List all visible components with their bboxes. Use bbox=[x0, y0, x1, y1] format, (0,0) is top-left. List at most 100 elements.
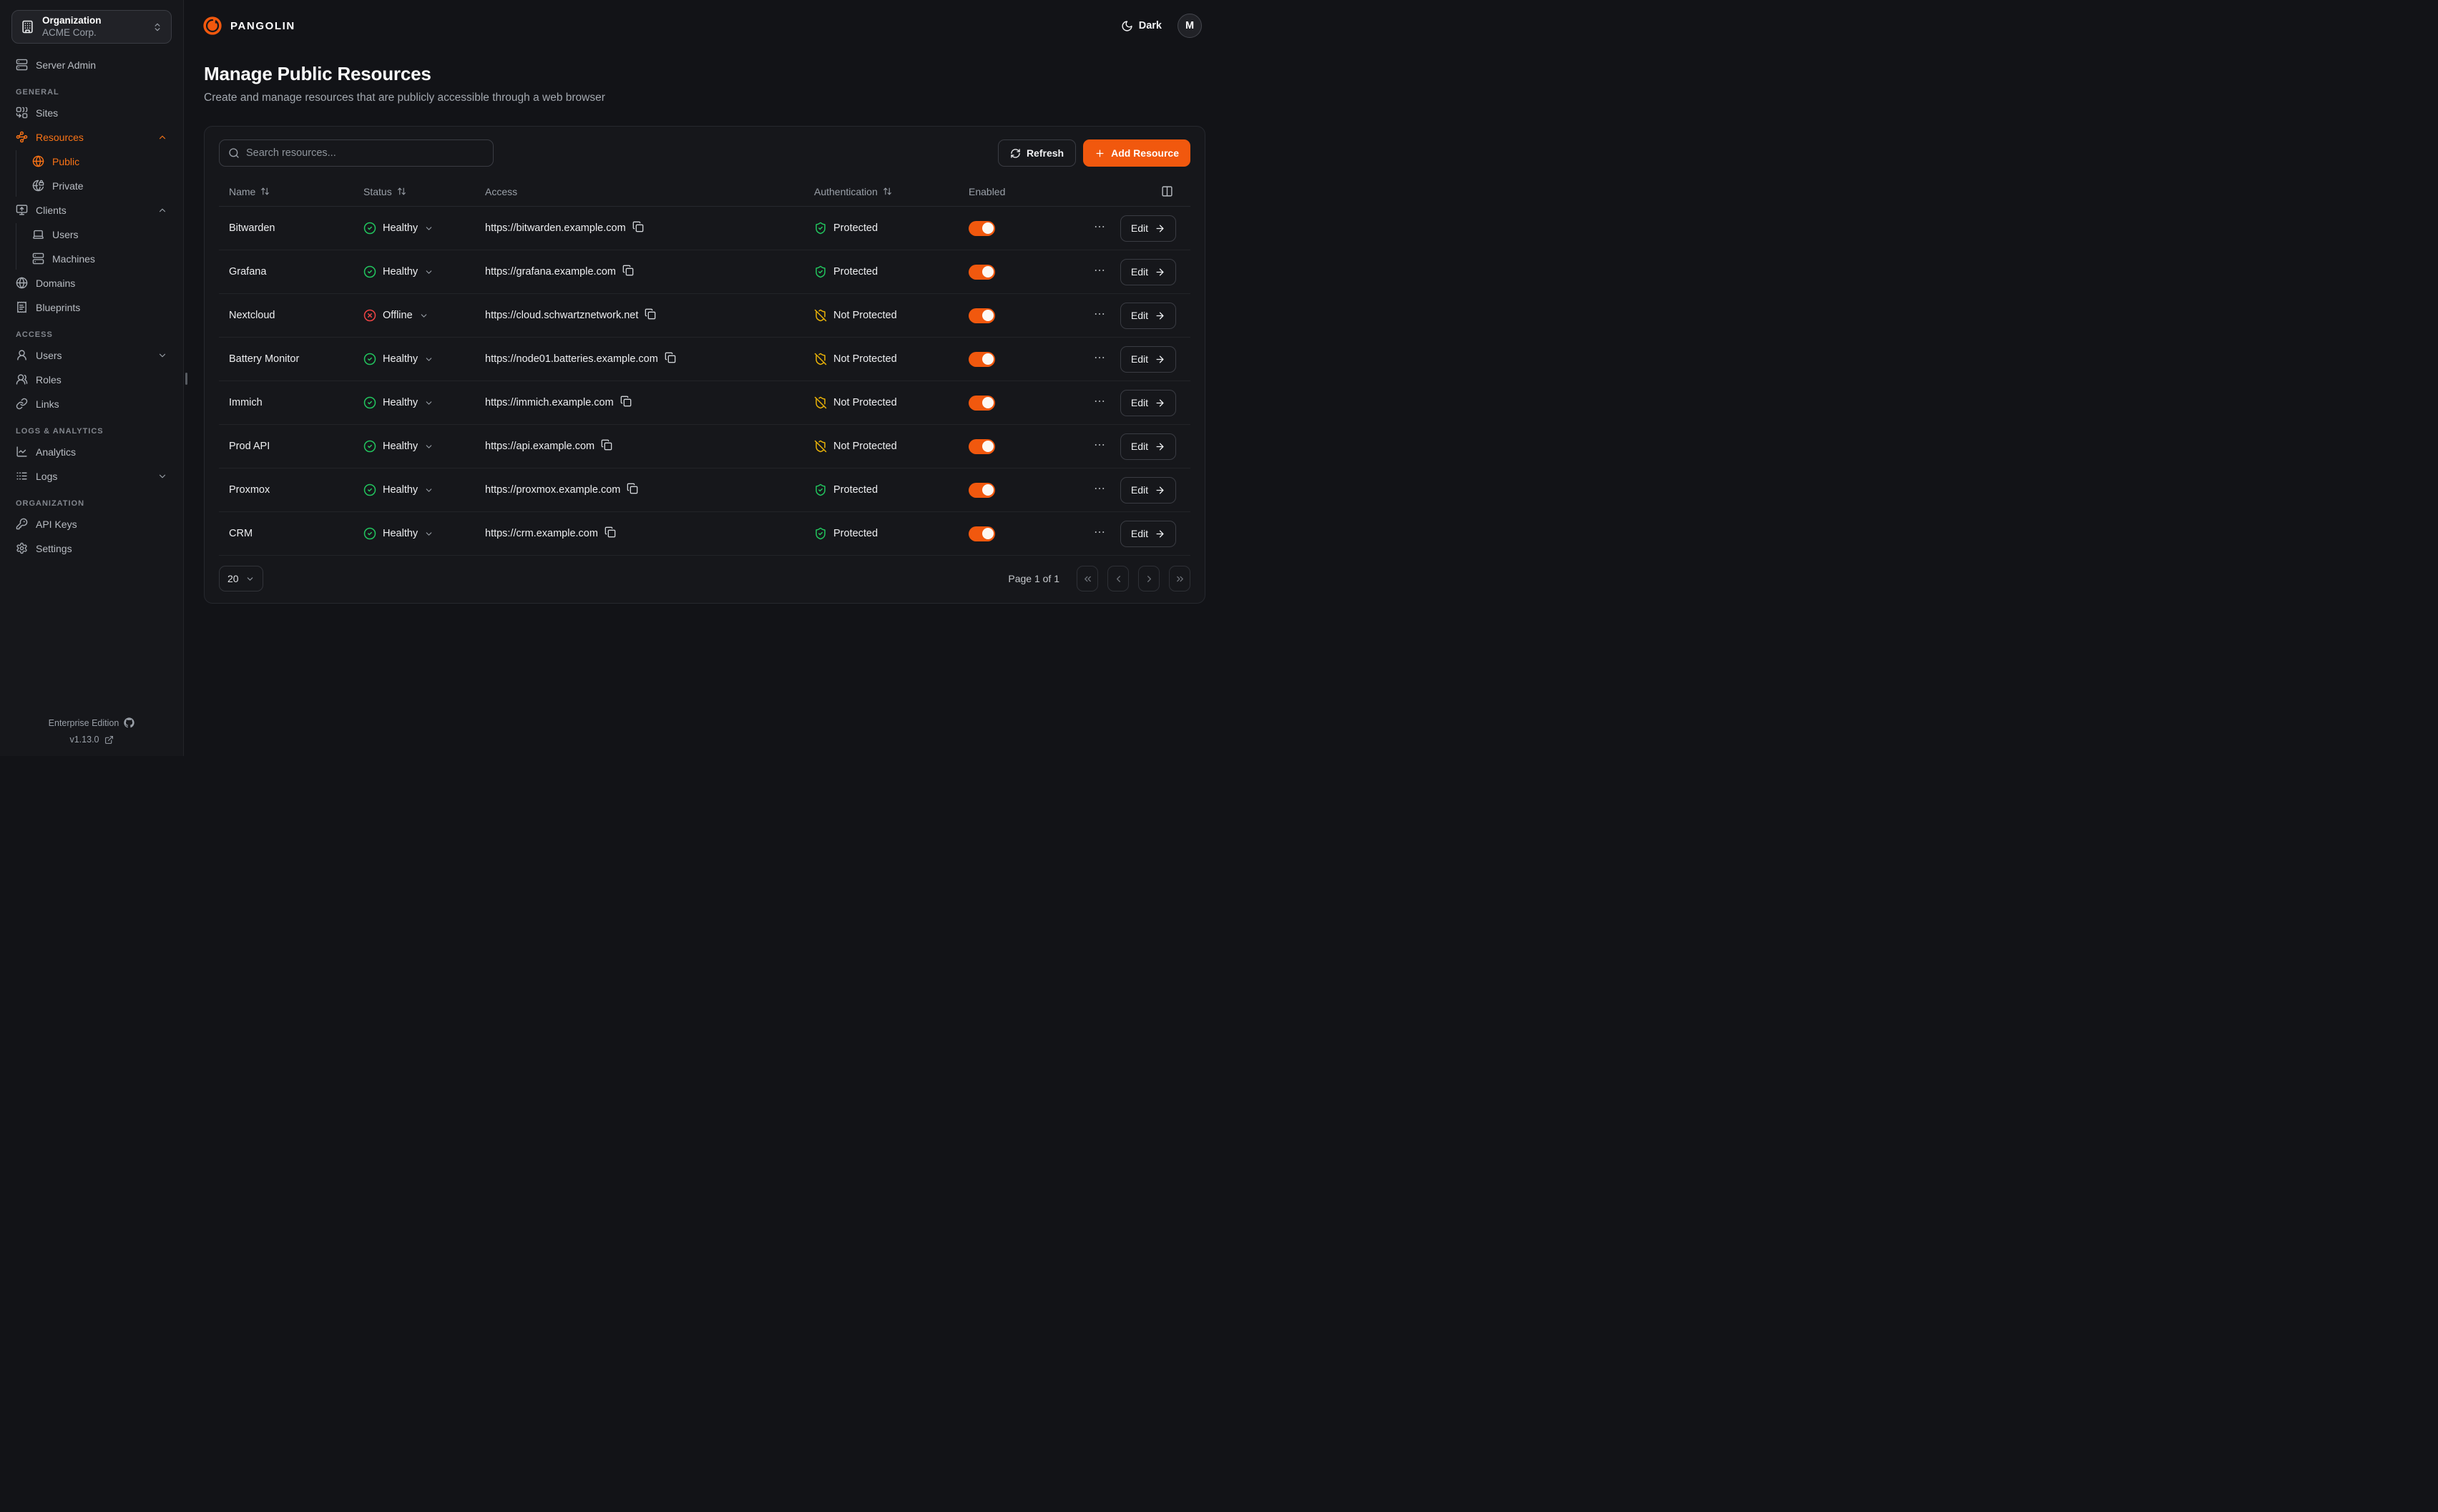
circle-check-icon bbox=[363, 353, 376, 365]
sidebar-scrollbar-thumb[interactable] bbox=[185, 373, 187, 385]
sidebar-item-private[interactable]: Private bbox=[26, 175, 173, 197]
status-badge[interactable]: Offline bbox=[353, 309, 475, 322]
copy-url-button[interactable] bbox=[627, 483, 638, 497]
access-cell: https://crm.example.com bbox=[475, 526, 804, 541]
table-row: Bitwarden Healthy https://bitwarden.exam… bbox=[219, 207, 1190, 250]
search-input[interactable] bbox=[246, 147, 484, 159]
sidebar-item-api-keys[interactable]: API Keys bbox=[10, 513, 173, 535]
edit-button[interactable]: Edit bbox=[1120, 346, 1176, 373]
sidebar-item-machines[interactable]: Machines bbox=[26, 247, 173, 270]
status-badge[interactable]: Healthy bbox=[353, 265, 475, 278]
row-actions: Edit bbox=[1043, 215, 1190, 242]
row-menu-button[interactable] bbox=[1093, 264, 1106, 280]
sidebar-item-clients[interactable]: Clients bbox=[10, 199, 173, 221]
sidebar-section-label: ORGANIZATION bbox=[16, 499, 167, 508]
copy-url-button[interactable] bbox=[620, 396, 632, 410]
org-switcher[interactable]: Organization ACME Corp. bbox=[11, 10, 172, 44]
arrow-right-icon bbox=[1155, 223, 1165, 234]
column-header-access: Access bbox=[475, 186, 804, 197]
column-header-name[interactable]: Name bbox=[219, 186, 353, 197]
sidebar-item-server-admin[interactable]: Server Admin bbox=[10, 54, 173, 76]
row-menu-button[interactable] bbox=[1093, 351, 1106, 367]
row-menu-button[interactable] bbox=[1093, 395, 1106, 411]
server-icon bbox=[16, 59, 28, 71]
copy-url-button[interactable] bbox=[622, 265, 634, 279]
status-badge[interactable]: Healthy bbox=[353, 396, 475, 409]
access-cell: https://node01.batteries.example.com bbox=[475, 352, 804, 366]
arrow-right-icon bbox=[1155, 354, 1165, 365]
status-badge[interactable]: Healthy bbox=[353, 222, 475, 235]
row-menu-button[interactable] bbox=[1093, 308, 1106, 323]
sidebar-item-roles[interactable]: Roles bbox=[10, 368, 173, 391]
next-page-button[interactable] bbox=[1138, 566, 1160, 591]
enabled-toggle[interactable] bbox=[969, 526, 995, 541]
status-badge[interactable]: Healthy bbox=[353, 483, 475, 496]
prev-page-button[interactable] bbox=[1107, 566, 1129, 591]
column-header-authentication[interactable]: Authentication bbox=[804, 186, 959, 197]
column-header-status[interactable]: Status bbox=[353, 186, 475, 197]
edition-link[interactable]: Enterprise Edition bbox=[49, 717, 135, 728]
edit-button[interactable]: Edit bbox=[1120, 390, 1176, 416]
status-badge[interactable]: Healthy bbox=[353, 353, 475, 365]
status-badge[interactable]: Healthy bbox=[353, 440, 475, 453]
row-menu-button[interactable] bbox=[1093, 438, 1106, 454]
sidebar-item-logs[interactable]: Logs bbox=[10, 465, 173, 487]
edit-button[interactable]: Edit bbox=[1120, 477, 1176, 504]
sidebar-item-users[interactable]: Users bbox=[26, 223, 173, 245]
sidebar-nav: Server AdminGENERALSitesResourcesPublicP… bbox=[0, 49, 183, 717]
access-cell: https://grafana.example.com bbox=[475, 265, 804, 279]
enabled-toggle[interactable] bbox=[969, 265, 995, 280]
enabled-toggle[interactable] bbox=[969, 396, 995, 411]
add-resource-button[interactable]: Add Resource bbox=[1083, 139, 1190, 167]
avatar[interactable]: M bbox=[1178, 14, 1202, 38]
edit-button[interactable]: Edit bbox=[1120, 521, 1176, 547]
copy-url-button[interactable] bbox=[645, 308, 656, 323]
add-resource-label: Add Resource bbox=[1111, 147, 1179, 159]
enabled-toggle[interactable] bbox=[969, 308, 995, 323]
enabled-toggle[interactable] bbox=[969, 221, 995, 236]
enabled-cell bbox=[959, 396, 1043, 411]
enabled-toggle[interactable] bbox=[969, 483, 995, 498]
theme-toggle[interactable]: Dark bbox=[1121, 20, 1162, 32]
columns-icon bbox=[1161, 185, 1173, 197]
status-badge[interactable]: Healthy bbox=[353, 527, 475, 540]
refresh-icon bbox=[1010, 148, 1021, 159]
chart-line-icon bbox=[16, 446, 28, 458]
enabled-cell bbox=[959, 526, 1043, 541]
enabled-toggle[interactable] bbox=[969, 439, 995, 454]
edit-button[interactable]: Edit bbox=[1120, 259, 1176, 285]
sidebar-item-resources[interactable]: Resources bbox=[10, 126, 173, 148]
sidebar-item-sites[interactable]: Sites bbox=[10, 102, 173, 124]
edit-button[interactable]: Edit bbox=[1120, 215, 1176, 242]
sidebar-item-public[interactable]: Public bbox=[26, 150, 173, 172]
sidebar-item-domains[interactable]: Domains bbox=[10, 272, 173, 294]
refresh-button[interactable]: Refresh bbox=[998, 139, 1076, 167]
sidebar-item-users[interactable]: Users bbox=[10, 344, 173, 366]
enabled-toggle[interactable] bbox=[969, 352, 995, 367]
page-size-select[interactable]: 20 bbox=[219, 566, 263, 591]
copy-url-button[interactable] bbox=[604, 526, 616, 541]
sidebar-item-blueprints[interactable]: Blueprints bbox=[10, 296, 173, 318]
row-actions: Edit bbox=[1043, 433, 1190, 460]
pagination-bar: 20 Page 1 of 1 bbox=[219, 566, 1190, 591]
edit-button[interactable]: Edit bbox=[1120, 433, 1176, 460]
row-menu-button[interactable] bbox=[1093, 220, 1106, 236]
sidebar-item-links[interactable]: Links bbox=[10, 393, 173, 415]
copy-url-button[interactable] bbox=[632, 221, 644, 235]
building-icon bbox=[21, 20, 34, 34]
first-page-button[interactable] bbox=[1077, 566, 1098, 591]
sidebar-item-settings[interactable]: Settings bbox=[10, 537, 173, 559]
page-info: Page 1 of 1 bbox=[1008, 573, 1059, 584]
combine-icon bbox=[16, 107, 28, 119]
last-page-button[interactable] bbox=[1169, 566, 1190, 591]
version-link[interactable]: v1.13.0 bbox=[69, 735, 113, 745]
table-row: Nextcloud Offline https://cloud.schwartz… bbox=[219, 294, 1190, 338]
column-visibility-button[interactable] bbox=[1043, 185, 1190, 197]
copy-url-button[interactable] bbox=[665, 352, 676, 366]
copy-url-button[interactable] bbox=[601, 439, 612, 453]
edit-button[interactable]: Edit bbox=[1120, 303, 1176, 329]
row-menu-button[interactable] bbox=[1093, 526, 1106, 541]
row-menu-button[interactable] bbox=[1093, 482, 1106, 498]
sidebar-item-analytics[interactable]: Analytics bbox=[10, 441, 173, 463]
shield-off-icon bbox=[814, 309, 827, 322]
